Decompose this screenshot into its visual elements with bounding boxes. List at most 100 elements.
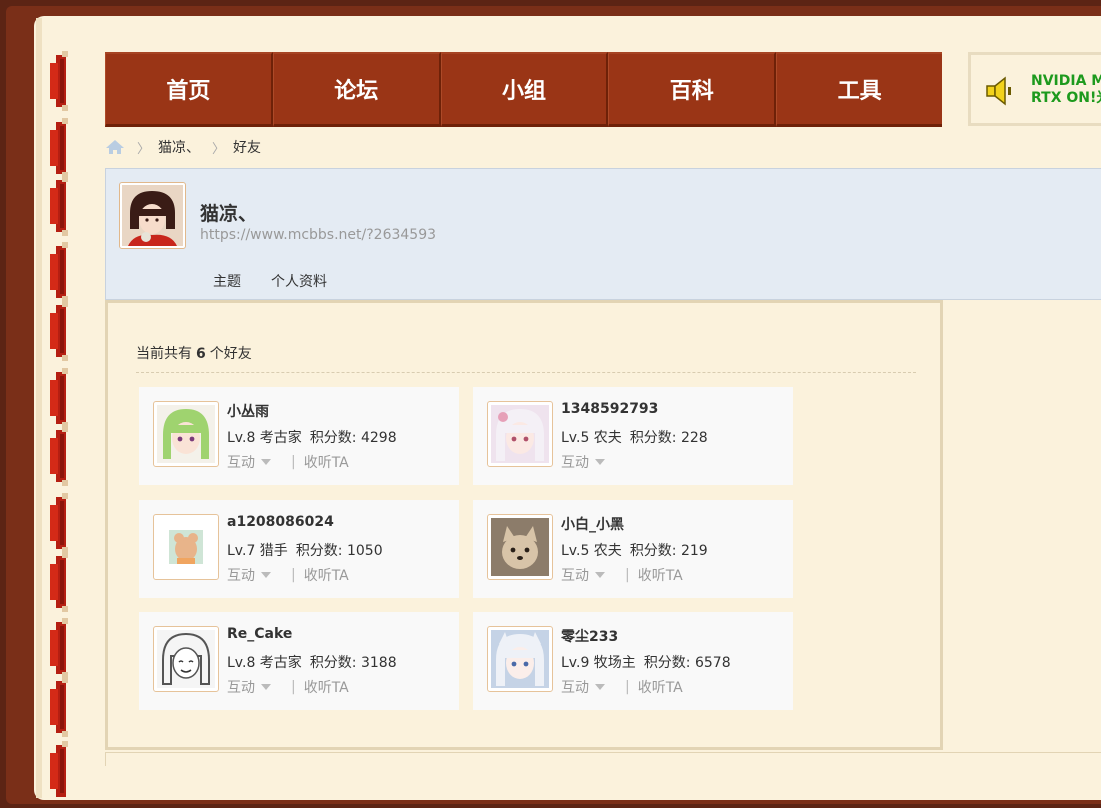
friend-count-number: 6: [196, 346, 206, 362]
breadcrumb: 〉 猫凉、 〉 好友: [105, 137, 261, 157]
interact-dropdown[interactable]: 互动: [227, 452, 255, 472]
friend-score: 积分数: 219: [629, 543, 708, 559]
tab-threads[interactable]: 主题: [200, 269, 254, 303]
friend-actions: 互动 | 收听TA: [227, 677, 349, 697]
chevron-down-icon[interactable]: [261, 459, 271, 465]
friend-avatar[interactable]: [487, 626, 553, 692]
nav-wiki[interactable]: 百科: [608, 52, 777, 127]
friend-level: Lv.9 牧场主 积分数: 6578: [561, 652, 731, 672]
binder-ring: [48, 301, 68, 361]
follow-link[interactable]: 收听TA: [638, 565, 683, 585]
friend-avatar-image: [157, 518, 215, 576]
profile-url[interactable]: https://www.mcbbs.net/?2634593: [200, 227, 436, 243]
binder-ring: [48, 118, 68, 178]
follow-link[interactable]: 收听TA: [304, 565, 349, 585]
friend-name[interactable]: 1348592793: [561, 401, 658, 417]
friend-level: Lv.5 农夫 积分数: 228: [561, 427, 708, 447]
friend-actions: 互动: [561, 452, 625, 472]
friend-avatar[interactable]: [153, 401, 219, 467]
tab-profile[interactable]: 个人资料: [258, 269, 340, 300]
speaker-icon: [986, 76, 1011, 106]
friend-level-text: Lv.9 牧场主: [561, 655, 636, 671]
friend-count-suffix: 个好友: [209, 346, 252, 362]
friend-level: Lv.5 农夫 积分数: 219: [561, 540, 708, 560]
binder-ring: [48, 242, 68, 302]
follow-link[interactable]: 收听TA: [304, 677, 349, 697]
binder-ring: [48, 176, 68, 236]
friend-level-text: Lv.7 猎手: [227, 543, 288, 559]
friend-score: 积分数: 1050: [295, 543, 383, 559]
announcement-line-2: RTX ON!光: [1031, 90, 1101, 106]
binder-ring: [48, 677, 68, 737]
divider: [136, 372, 916, 373]
chevron-down-icon[interactable]: [595, 459, 605, 465]
home-icon[interactable]: [105, 139, 125, 155]
profile-tabs: 主题 个人资料: [200, 269, 344, 303]
friend-actions: 互动 | 收听TA: [561, 565, 683, 585]
friend-level: Lv.8 考古家 积分数: 4298: [227, 427, 397, 447]
chevron-down-icon[interactable]: [261, 572, 271, 578]
friend-avatar-image: [157, 630, 215, 688]
profile-header: 猫凉、 https://www.mcbbs.net/?2634593 主题 个人…: [105, 168, 1101, 303]
follow-link[interactable]: 收听TA: [304, 452, 349, 472]
friend-name[interactable]: a1208086024: [227, 514, 334, 530]
friend-score: 积分数: 228: [629, 430, 708, 446]
friend-score: 积分数: 3188: [309, 655, 397, 671]
nav-forum[interactable]: 论坛: [272, 52, 441, 127]
friend-actions: 互动 | 收听TA: [227, 565, 349, 585]
announcement-line-1: NVIDIA M: [1031, 73, 1101, 89]
breadcrumb-separator: 〉: [137, 141, 151, 157]
friend-level-text: Lv.8 考古家: [227, 655, 302, 671]
chevron-down-icon[interactable]: [595, 684, 605, 690]
separator: |: [291, 567, 296, 583]
friend-avatar[interactable]: [487, 514, 553, 580]
interact-dropdown[interactable]: 互动: [227, 677, 255, 697]
friend-name[interactable]: Re_Cake: [227, 626, 292, 642]
separator: |: [291, 679, 296, 695]
friend-avatar[interactable]: [153, 626, 219, 692]
binder-ring: [48, 741, 68, 797]
separator: |: [625, 679, 630, 695]
nav-home[interactable]: 首页: [105, 52, 273, 127]
friend-name[interactable]: 小白_小黑: [561, 514, 624, 534]
friend-name[interactable]: 小丛雨: [227, 401, 269, 421]
binder-ring: [48, 552, 68, 612]
friend-avatar[interactable]: [487, 401, 553, 467]
interact-dropdown[interactable]: 互动: [561, 677, 589, 697]
breadcrumb-user-link[interactable]: 猫凉、: [158, 137, 200, 157]
friend-avatar[interactable]: [153, 514, 219, 580]
friend-name[interactable]: 零尘233: [561, 626, 618, 646]
follow-link[interactable]: 收听TA: [638, 677, 683, 697]
chevron-down-icon[interactable]: [595, 572, 605, 578]
paper-edge: [36, 18, 42, 798]
announcement-box[interactable]: NVIDIA M RTX ON!光: [968, 52, 1101, 126]
interact-dropdown[interactable]: 互动: [561, 565, 589, 585]
chevron-down-icon[interactable]: [261, 684, 271, 690]
friend-level-text: Lv.5 农夫: [561, 543, 622, 559]
binder-ring: [48, 426, 68, 486]
friend-count: 当前共有 6 个好友: [136, 343, 252, 363]
friend-actions: 互动 | 收听TA: [561, 677, 683, 697]
friend-card: 1348592793 Lv.5 农夫 积分数: 228 互动: [473, 387, 793, 485]
friend-level: Lv.7 猎手 积分数: 1050: [227, 540, 383, 560]
profile-username: 猫凉、: [200, 203, 258, 225]
separator: |: [291, 454, 296, 470]
friend-actions: 互动 | 收听TA: [227, 452, 349, 472]
binder-ring: [48, 51, 68, 111]
nav-groups[interactable]: 小组: [440, 52, 609, 127]
nav-tools[interactable]: 工具: [776, 52, 942, 127]
friend-card: 小白_小黑 Lv.5 农夫 积分数: 219 互动 | 收听TA: [473, 500, 793, 598]
friend-card: Re_Cake Lv.8 考古家 积分数: 3188 互动 | 收听TA: [139, 612, 459, 710]
separator: |: [625, 567, 630, 583]
friend-card: 零尘233 Lv.9 牧场主 积分数: 6578 互动 | 收听TA: [473, 612, 793, 710]
binder-ring: [48, 368, 68, 428]
friend-avatar-image: [157, 405, 215, 463]
friend-card: 小丛雨 Lv.8 考古家 积分数: 4298 互动 | 收听TA: [139, 387, 459, 485]
friend-level: Lv.8 考古家 积分数: 3188: [227, 652, 397, 672]
avatar[interactable]: [119, 182, 186, 249]
interact-dropdown[interactable]: 互动: [561, 452, 589, 472]
binder-ring: [48, 618, 68, 678]
friend-card: a1208086024 Lv.7 猎手 积分数: 1050 互动 | 收听TA: [139, 500, 459, 598]
friend-level-text: Lv.8 考古家: [227, 430, 302, 446]
interact-dropdown[interactable]: 互动: [227, 565, 255, 585]
